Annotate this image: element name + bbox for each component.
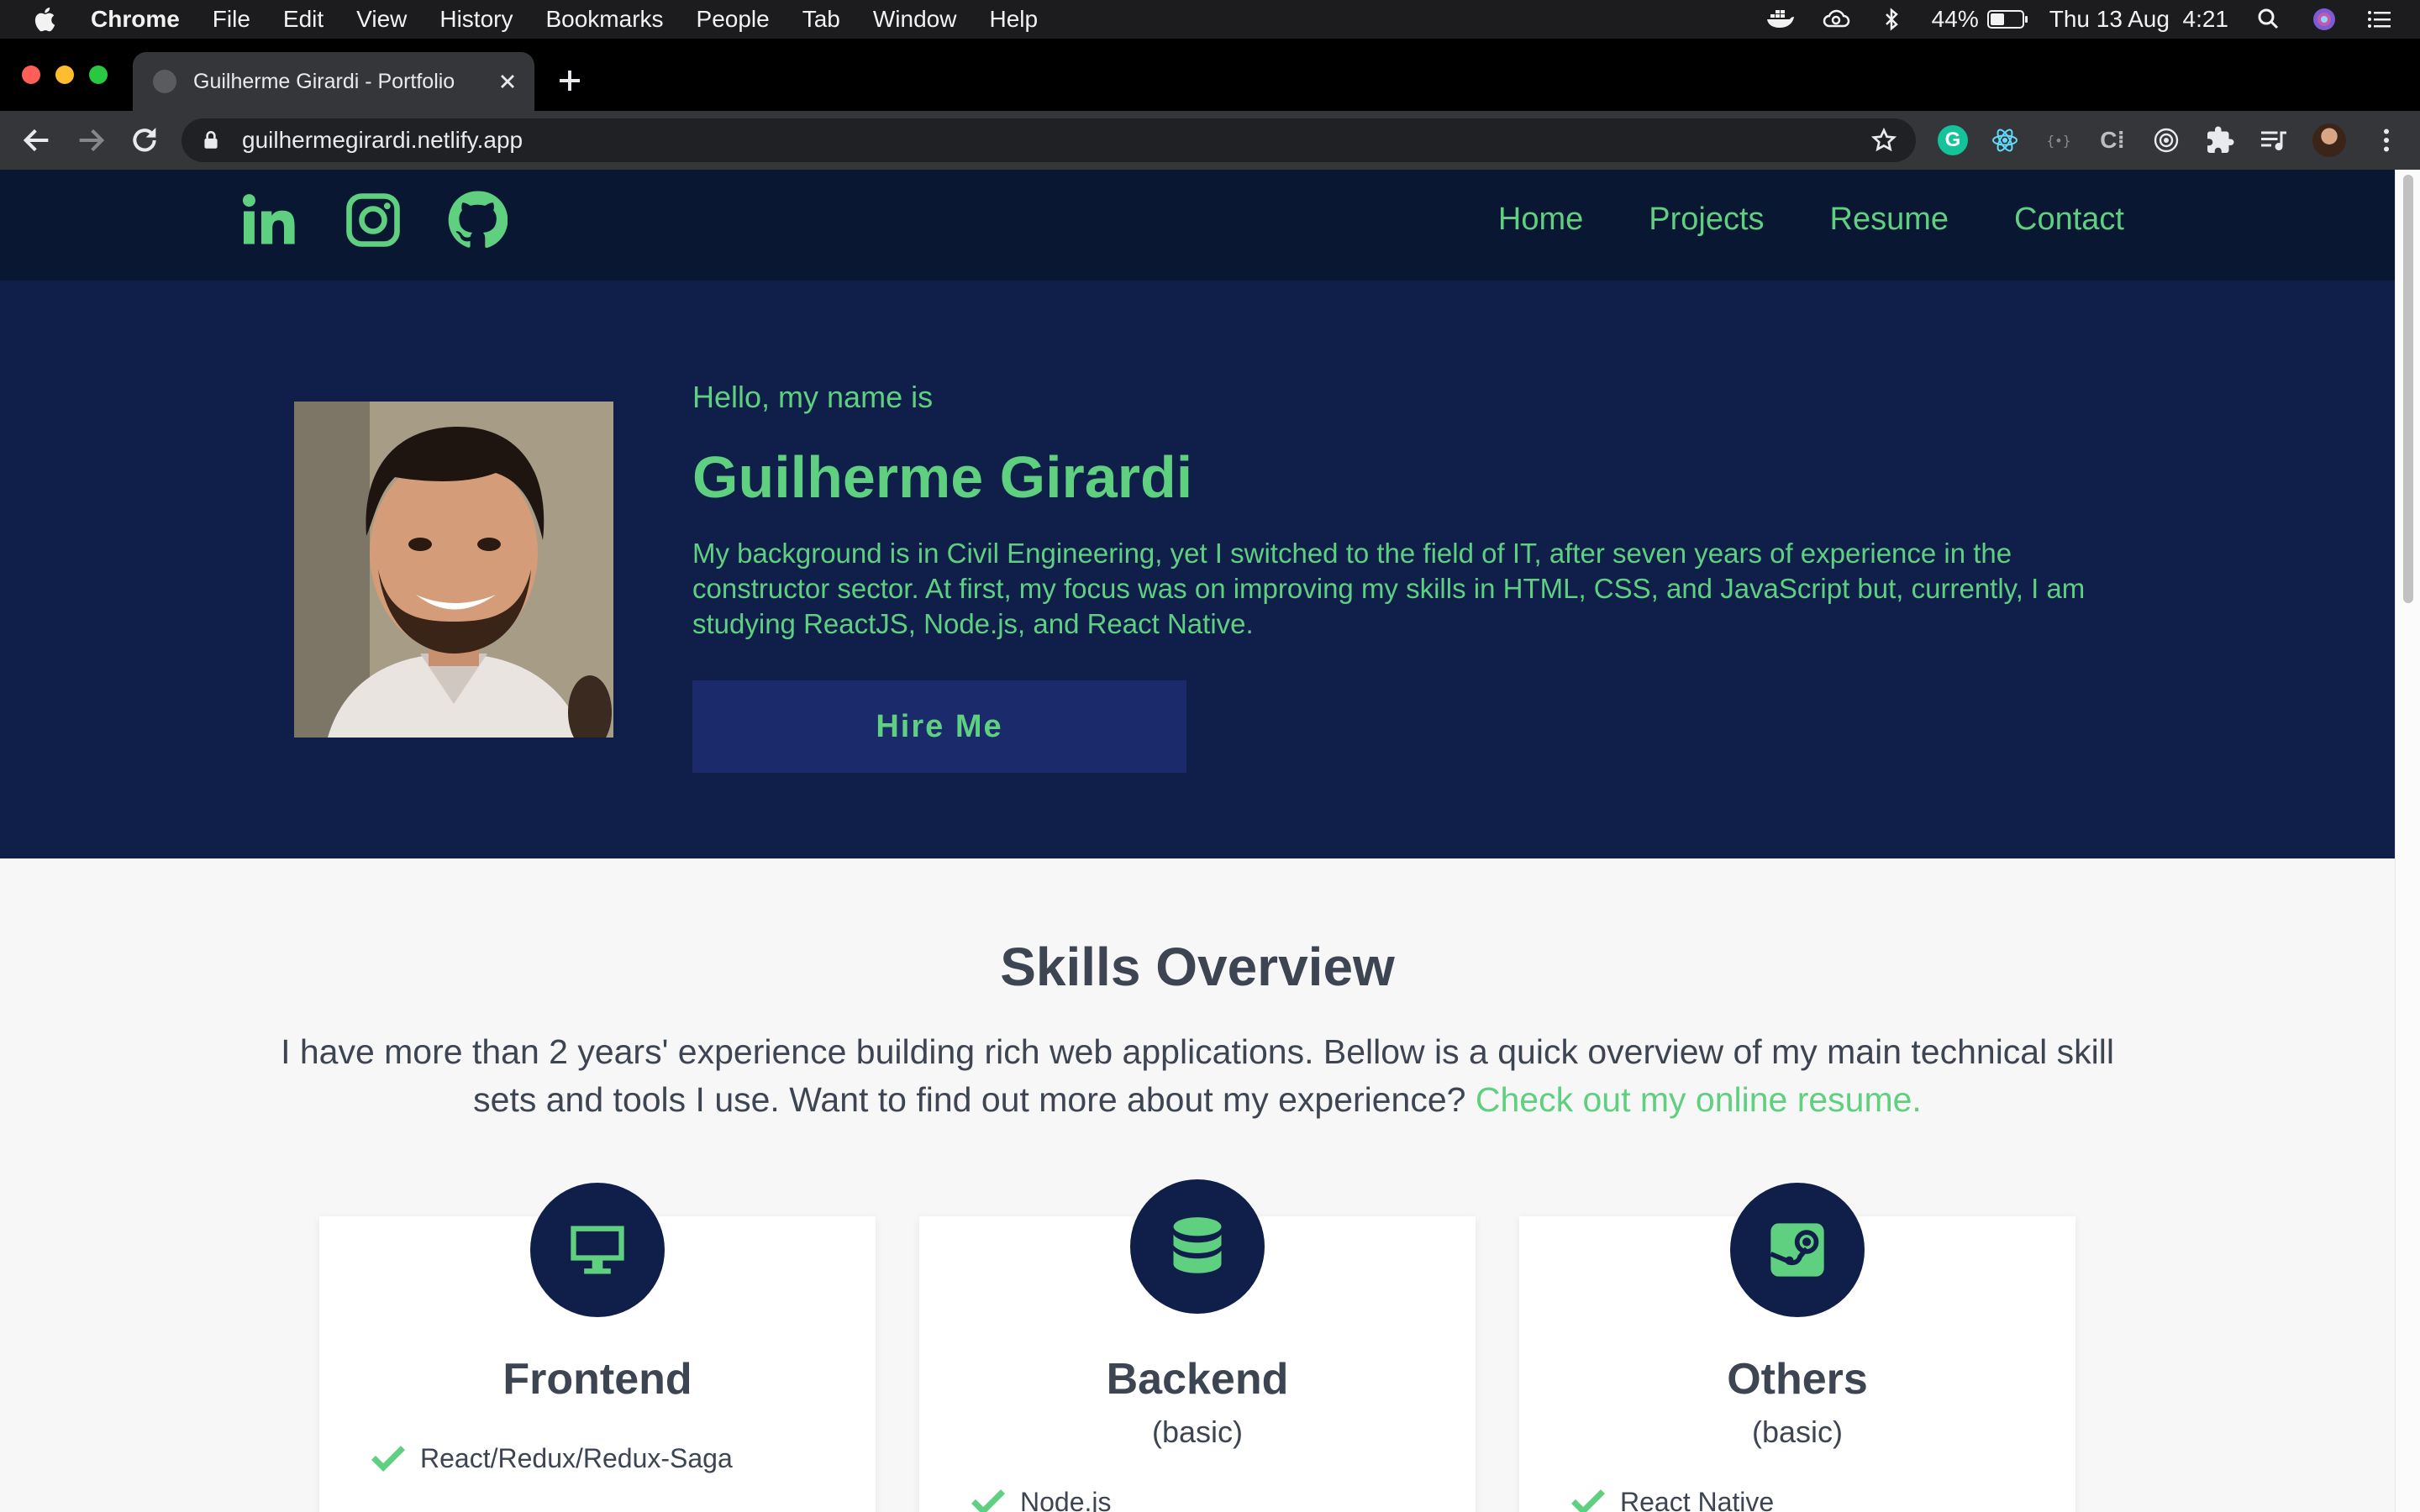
card-icon-circle [1130,1179,1265,1314]
skills-title: Skills Overview [1000,937,1395,997]
nav-link-resume[interactable]: Resume [1830,202,1949,238]
desktop-icon [571,1226,624,1274]
scrollbar-thumb[interactable] [2403,175,2413,603]
menu-edit[interactable]: Edit [283,6,324,33]
close-icon[interactable] [496,70,519,93]
window-zoom-button[interactable] [89,66,108,84]
grammarly-extension-icon[interactable]: G [1938,125,1968,155]
browser-tab-strip: Guilherme Girardi - Portfolio [0,39,2420,111]
card-icon-circle [1730,1183,1865,1317]
inactive-extension-icon[interactable]: {•} [2044,125,2074,155]
docker-icon[interactable] [1765,6,1796,33]
skill-item-label: React/Redux/Redux-Saga [420,1443,733,1473]
menu-file[interactable]: File [213,6,250,33]
instagram-icon[interactable] [343,190,403,250]
profile-photo [294,402,613,738]
check-icon [1571,1488,1605,1512]
hero-name: Guilherme Girardi [692,444,1193,510]
menu-history[interactable]: History [439,6,513,33]
menu-app-name[interactable]: Chrome [91,6,180,33]
c-extension-icon[interactable]: C⁞ [2097,125,2128,155]
card-icon-circle [530,1183,665,1317]
hire-me-button[interactable]: Hire Me [692,680,1186,773]
nav-link-contact[interactable]: Contact [2014,202,2124,238]
skill-item-label: React Native [1620,1487,1775,1512]
skill-list-item: Node.js [971,1487,1112,1512]
menu-bookmarks[interactable]: Bookmarks [545,6,663,33]
menu-tab[interactable]: Tab [802,6,840,33]
browser-toolbar: guilhermegirardi.netlify.app G {•} C⁞ [0,111,2420,170]
skills-intro: I have more than 2 years' experience bui… [252,1028,2143,1124]
skill-list-item: React Native [1571,1487,1774,1512]
check-icon [371,1445,405,1472]
hero-bio: My background is in Civil Engineering, y… [692,538,2086,639]
back-arrow-icon[interactable] [20,123,54,157]
card-title: Frontend [502,1355,692,1404]
battery-icon [1986,10,2028,29]
skill-list-item: React/Redux/Redux-Saga [371,1443,733,1474]
hero-greeting: Hello, my name is [692,380,934,414]
menubar-status-area: 44% Thu 13 Aug 4:21 [1765,0,2395,39]
site-nav-links: Home Projects Resume Contact [1498,202,2124,238]
page-scrollbar[interactable] [2395,170,2420,1512]
steam-icon [1770,1223,1824,1277]
web-page: Home Projects Resume Contact Hello, my n… [0,170,2395,1512]
nav-link-projects[interactable]: Projects [1649,202,1764,238]
card-subtitle: (basic) [1751,1415,1844,1449]
skill-card-frontend: Frontend React/Redux/Redux-Saga [319,1183,876,1512]
github-icon[interactable] [447,190,508,250]
menu-view[interactable]: View [356,6,407,33]
spotlight-icon[interactable] [2254,6,2284,33]
extensions-puzzle-icon[interactable] [2205,125,2235,155]
favicon-icon [153,70,176,93]
tab-title: Guilherme Girardi - Portfolio [193,69,455,93]
database-icon [1173,1217,1222,1273]
battery-percent: 44% [1931,6,1979,32]
card-subtitle: (basic) [1151,1415,1244,1449]
more-menu-icon[interactable] [2371,125,2402,155]
menubar-clock[interactable]: Thu 13 Aug 4:21 [2049,6,2228,33]
site-navbar: Home Projects Resume Contact [0,170,2395,281]
forward-arrow-icon[interactable] [74,123,108,157]
reload-icon[interactable] [128,123,161,157]
url-text: guilhermegirardi.netlify.app [242,127,523,153]
online-resume-link[interactable]: Check out my online resume. [1476,1080,1922,1119]
menu-people[interactable]: People [697,6,770,33]
battery-status[interactable]: 44% [1931,6,2028,33]
nav-link-home[interactable]: Home [1498,202,1583,238]
svg-text:{•}: {•} [2047,133,2071,149]
control-center-icon[interactable] [2365,6,2395,33]
media-control-icon[interactable] [2259,125,2289,155]
bookmark-star-icon[interactable] [1870,127,1897,154]
browser-tab-active[interactable]: Guilherme Girardi - Portfolio [133,52,534,111]
profile-avatar[interactable] [2312,123,2346,157]
bluetooth-icon[interactable] [1876,6,1907,33]
target-extension-icon[interactable] [2151,125,2181,155]
creative-cloud-icon[interactable] [1821,6,1851,33]
linkedin-icon[interactable] [239,190,299,250]
card-title: Backend [1106,1355,1289,1404]
lock-icon[interactable] [200,129,222,151]
hero-section: Hello, my name is Guilherme Girardi My b… [0,281,2395,858]
window-minimize-button[interactable] [55,66,74,84]
siri-icon[interactable] [2309,6,2339,33]
address-bar[interactable]: guilhermegirardi.netlify.app [182,118,1916,162]
window-close-button[interactable] [22,66,40,84]
check-icon [971,1488,1005,1512]
card-title: Others [1727,1355,1868,1404]
menu-help[interactable]: Help [989,6,1038,33]
react-devtools-icon[interactable] [1990,125,2020,155]
new-tab-plus-icon[interactable] [555,66,585,96]
skill-card-others: Others (basic) React Native [1519,1183,2075,1512]
skill-card-backend: Backend (basic) Node.js [919,1179,1476,1512]
menu-window[interactable]: Window [873,6,957,33]
apple-icon[interactable] [32,5,60,34]
macos-menu-bar: Chrome File Edit View History Bookmarks … [0,0,2420,39]
skill-item-label: Node.js [1020,1487,1112,1512]
